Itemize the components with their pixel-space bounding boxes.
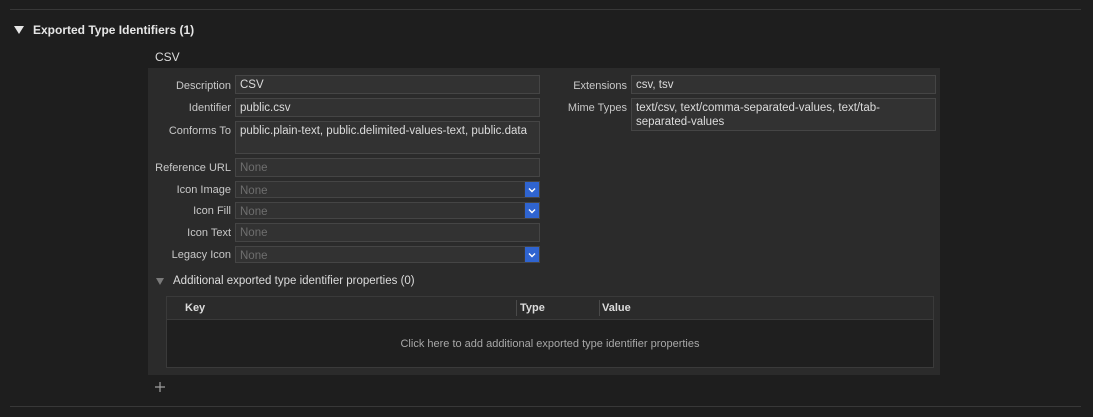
column-separator[interactable]: [599, 300, 600, 316]
identifier-field[interactable]: public.csv: [235, 98, 540, 117]
icon-image-popup[interactable]: None: [235, 181, 540, 198]
additional-properties-title: Additional exported type identifier prop…: [173, 275, 415, 287]
exported-type-identifiers-editor: Exported Type Identifiers (1) CSV Descri…: [0, 0, 1093, 417]
icon-image-label: Icon Image: [176, 184, 231, 196]
table-header: Key Type Value: [167, 297, 933, 320]
type-entry-panel: Description CSV Identifier public.csv Co…: [148, 68, 940, 375]
top-divider: [10, 9, 1081, 10]
chevron-down-icon[interactable]: [524, 203, 539, 218]
reference-url-field[interactable]: None: [235, 158, 540, 177]
legacy-icon-value: None: [240, 250, 268, 262]
add-button[interactable]: [153, 380, 167, 394]
column-separator[interactable]: [516, 300, 517, 316]
disclosure-triangle-down-icon[interactable]: [156, 277, 164, 285]
mime-types-label: Mime Types: [567, 102, 627, 114]
icon-fill-popup[interactable]: None: [235, 202, 540, 219]
description-label: Description: [175, 80, 231, 92]
legacy-icon-popup[interactable]: None: [235, 246, 540, 263]
additional-properties-header[interactable]: Additional exported type identifier prop…: [156, 274, 415, 288]
section-header[interactable]: Exported Type Identifiers (1): [14, 21, 194, 39]
icon-text-field[interactable]: None: [235, 223, 540, 242]
column-header-key[interactable]: Key: [185, 302, 205, 314]
icon-fill-label: Icon Fill: [193, 205, 231, 217]
bottom-divider: [10, 406, 1081, 407]
identifier-label: Identifier: [188, 102, 231, 114]
icon-image-value: None: [240, 185, 268, 197]
extensions-field[interactable]: csv, tsv: [631, 75, 936, 94]
conforms-to-field[interactable]: public.plain-text, public.delimited-valu…: [235, 121, 540, 154]
disclosure-triangle-down-icon[interactable]: [14, 26, 24, 34]
icon-fill-value: None: [240, 206, 268, 218]
column-header-type[interactable]: Type: [520, 302, 545, 314]
reference-url-label: Reference URL: [155, 162, 231, 174]
chevron-down-icon[interactable]: [524, 182, 539, 197]
legacy-icon-label: Legacy Icon: [171, 249, 231, 261]
plus-icon: [155, 382, 165, 392]
conforms-to-label: Conforms To: [168, 125, 231, 137]
additional-properties-table: Key Type Value Click here to add additio…: [166, 296, 934, 368]
mime-types-field[interactable]: text/csv, text/comma-separated-values, t…: [631, 98, 936, 131]
icon-text-label: Icon Text: [187, 227, 231, 239]
description-field[interactable]: CSV: [235, 75, 540, 94]
column-header-value[interactable]: Value: [602, 302, 631, 314]
section-title: Exported Type Identifiers (1): [33, 23, 195, 37]
chevron-down-icon[interactable]: [524, 247, 539, 262]
extensions-label: Extensions: [573, 80, 627, 92]
type-entry-name: CSV: [155, 50, 180, 64]
add-property-placeholder[interactable]: Click here to add additional exported ty…: [167, 320, 933, 368]
